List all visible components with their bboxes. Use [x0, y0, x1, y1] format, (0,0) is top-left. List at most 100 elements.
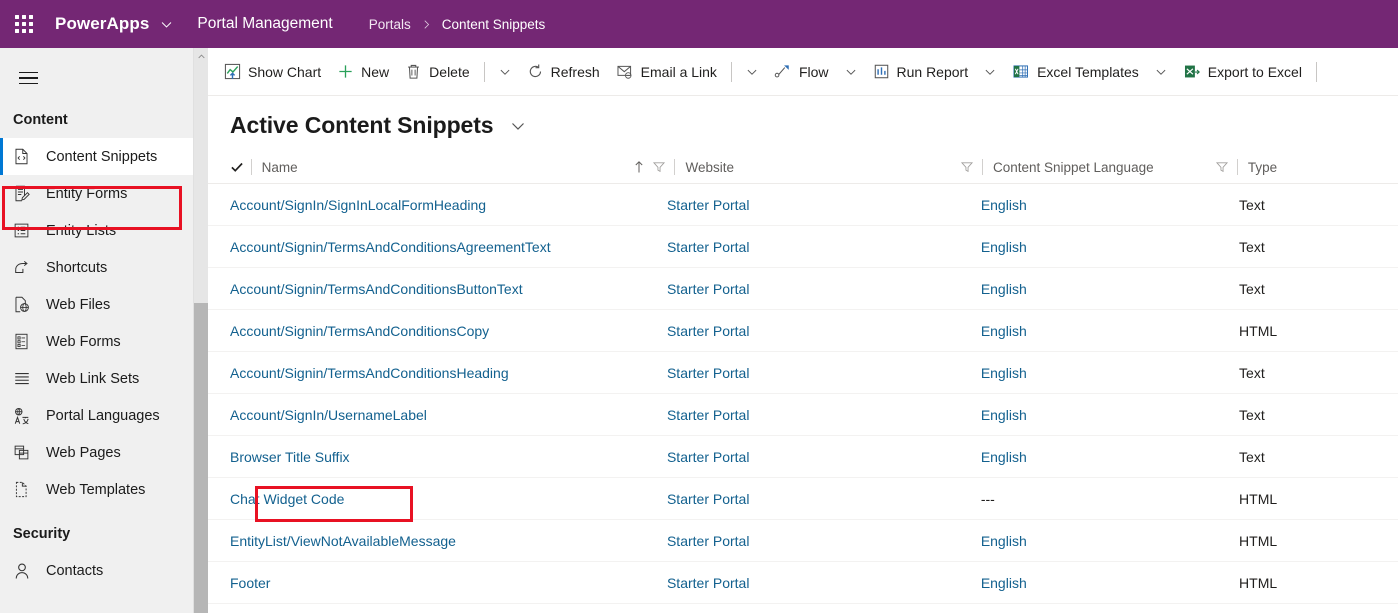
record-name-link[interactable]: EntityList/ViewNotAvailableMessage [230, 533, 456, 549]
table-row[interactable]: Chat Widget Code Starter Portal --- HTML [208, 478, 1398, 520]
record-name-link[interactable]: Account/Signin/TermsAndConditionsAgreeme… [230, 239, 551, 255]
email-a-link-button[interactable]: Email a Link [608, 52, 725, 92]
breadcrumb-item-current[interactable]: Content Snippets [442, 17, 546, 32]
filter-icon[interactable] [1213, 160, 1231, 174]
chevron-right-icon [421, 19, 432, 30]
breadcrumb-item-portals[interactable]: Portals [369, 17, 411, 32]
select-all-checkmark-icon[interactable] [230, 160, 251, 174]
sidebar-item-entity-forms[interactable]: Entity Forms [0, 175, 193, 212]
email-chevron-down-icon[interactable] [738, 52, 766, 92]
cell-type: Text [1239, 394, 1398, 436]
language-link[interactable]: English [981, 533, 1027, 549]
cell-language: English [981, 352, 1239, 394]
sidebar-item-portal-languages[interactable]: Portal Languages [0, 397, 193, 434]
trash-icon [405, 63, 422, 80]
cell-type: Text [1239, 352, 1398, 394]
language-link[interactable]: English [981, 239, 1027, 255]
sidebar-item-entity-lists[interactable]: Entity Lists [0, 212, 193, 249]
column-header-content-snippet-language[interactable]: Content Snippet Language [993, 151, 1237, 184]
header-separator [1236, 159, 1238, 175]
cell-name: Account/SignIn/SignInLocalFormHeading [230, 184, 667, 226]
flow-button[interactable]: Flow [766, 52, 837, 92]
delete-chevron-down-icon[interactable] [491, 52, 519, 92]
table-row[interactable]: Footer Starter Portal English HTML [208, 562, 1398, 604]
excel-templates-button[interactable]: Excel Templates [1004, 52, 1147, 92]
sidebar-item-web-forms[interactable]: Web Forms [0, 323, 193, 360]
table-row[interactable]: Account/SignIn/SignInLocalFormHeading Sta… [208, 184, 1398, 226]
excel-templates-chevron-down-icon[interactable] [1147, 52, 1175, 92]
table-row[interactable]: Browser Title Suffix Starter Portal Englis… [208, 436, 1398, 478]
new-button[interactable]: New [329, 52, 397, 92]
flow-chevron-down-icon[interactable] [837, 52, 865, 92]
language-link[interactable]: English [981, 323, 1027, 339]
record-name-link[interactable]: Account/Signin/TermsAndConditionsHeading [230, 365, 509, 381]
page-title: Active Content Snippets [230, 112, 494, 138]
record-name-link[interactable]: Account/Signin/TermsAndConditionsCopy [230, 323, 489, 339]
table-row[interactable]: Account/Signin/TermsAndConditionsCopy Sta… [208, 310, 1398, 352]
table-row[interactable]: EntityList/ViewNotAvailableMessage Starte… [208, 520, 1398, 562]
cell-type: HTML [1239, 310, 1398, 352]
website-link[interactable]: Starter Portal [667, 533, 749, 549]
brand-chevron-down-icon[interactable] [160, 18, 173, 31]
website-link[interactable]: Starter Portal [667, 449, 749, 465]
table-row[interactable]: Account/Signin/TermsAndConditionsAgreeme… [208, 226, 1398, 268]
sidebar-item-content-snippets[interactable]: Content Snippets [0, 138, 193, 175]
website-link[interactable]: Starter Portal [667, 281, 749, 297]
hamburger-menu-button[interactable] [0, 58, 56, 98]
filter-icon[interactable] [958, 160, 976, 174]
website-link[interactable]: Starter Portal [667, 491, 749, 507]
export-to-excel-button[interactable]: Export to Excel [1175, 52, 1310, 92]
website-link[interactable]: Starter Portal [667, 407, 749, 423]
delete-button[interactable]: Delete [397, 52, 477, 92]
run-report-chevron-down-icon[interactable] [976, 52, 1004, 92]
sidebar-item-web-files[interactable]: Web Files [0, 286, 193, 323]
record-name-link[interactable]: Account/SignIn/SignInLocalFormHeading [230, 197, 486, 213]
record-name-link[interactable]: Account/Signin/TermsAndConditionsButtonT… [230, 281, 523, 297]
language-link[interactable]: English [981, 449, 1027, 465]
website-link[interactable]: Starter Portal [667, 197, 749, 213]
scroll-up-button[interactable] [194, 48, 209, 65]
sidebar-item-contacts[interactable]: Contacts [0, 552, 193, 589]
record-name-link[interactable]: Footer [230, 575, 270, 591]
language-link[interactable]: English [981, 197, 1027, 213]
language-link[interactable]: English [981, 281, 1027, 297]
column-header-label: Name [261, 159, 298, 175]
sidebar-item-web-link-sets[interactable]: Web Link Sets [0, 360, 193, 397]
language-link[interactable]: English [981, 407, 1027, 423]
website-link[interactable]: Starter Portal [667, 239, 749, 255]
table-row[interactable]: Account/Signin/TermsAndConditionsButtonT… [208, 268, 1398, 310]
website-link[interactable]: Starter Portal [667, 365, 749, 381]
command-label: Delete [429, 63, 470, 80]
excel-export-icon [1183, 63, 1201, 80]
app-launcher-button[interactable] [0, 0, 48, 48]
record-name-link[interactable]: Account/SignIn/UsernameLabel [230, 407, 427, 423]
sort-arrow-up-icon[interactable] [630, 160, 648, 174]
sidebar-scrollbar-thumb[interactable] [194, 303, 209, 613]
column-header-label: Content Snippet Language [992, 159, 1154, 175]
column-header-name[interactable]: Name [262, 151, 675, 184]
sidebar-item-web-pages[interactable]: Web Pages [0, 434, 193, 471]
view-selector-chevron-down-icon[interactable] [510, 118, 526, 134]
cell-type: HTML [1239, 562, 1398, 604]
cell-name: Account/Signin/TermsAndConditionsAgreeme… [230, 226, 667, 268]
record-name-link[interactable]: Chat Widget Code [230, 491, 344, 507]
grid-header-row: Name Website Content Snippet Language Ty… [208, 151, 1398, 184]
cell-type: Text [1239, 184, 1398, 226]
website-link[interactable]: Starter Portal [667, 323, 749, 339]
record-name-link[interactable]: Browser Title Suffix [230, 449, 350, 465]
column-header-type[interactable]: Type [1248, 151, 1398, 184]
refresh-button[interactable]: Refresh [519, 52, 608, 92]
sidebar-item-label: Entity Forms [46, 185, 128, 202]
filter-icon[interactable] [650, 160, 668, 174]
website-link[interactable]: Starter Portal [667, 575, 749, 591]
column-header-website[interactable]: Website [685, 151, 981, 184]
table-row[interactable]: Account/SignIn/UsernameLabel Starter Port… [208, 394, 1398, 436]
run-report-button[interactable]: Run Report [865, 52, 977, 92]
sidebar-scrollbar[interactable] [193, 48, 209, 613]
sidebar-item-web-templates[interactable]: Web Templates [0, 471, 193, 508]
table-row[interactable]: Account/Signin/TermsAndConditionsHeading… [208, 352, 1398, 394]
show-chart-button[interactable]: Show Chart [216, 52, 329, 92]
language-link[interactable]: English [981, 365, 1027, 381]
language-link[interactable]: English [981, 575, 1027, 591]
sidebar-item-shortcuts[interactable]: Shortcuts [0, 249, 193, 286]
